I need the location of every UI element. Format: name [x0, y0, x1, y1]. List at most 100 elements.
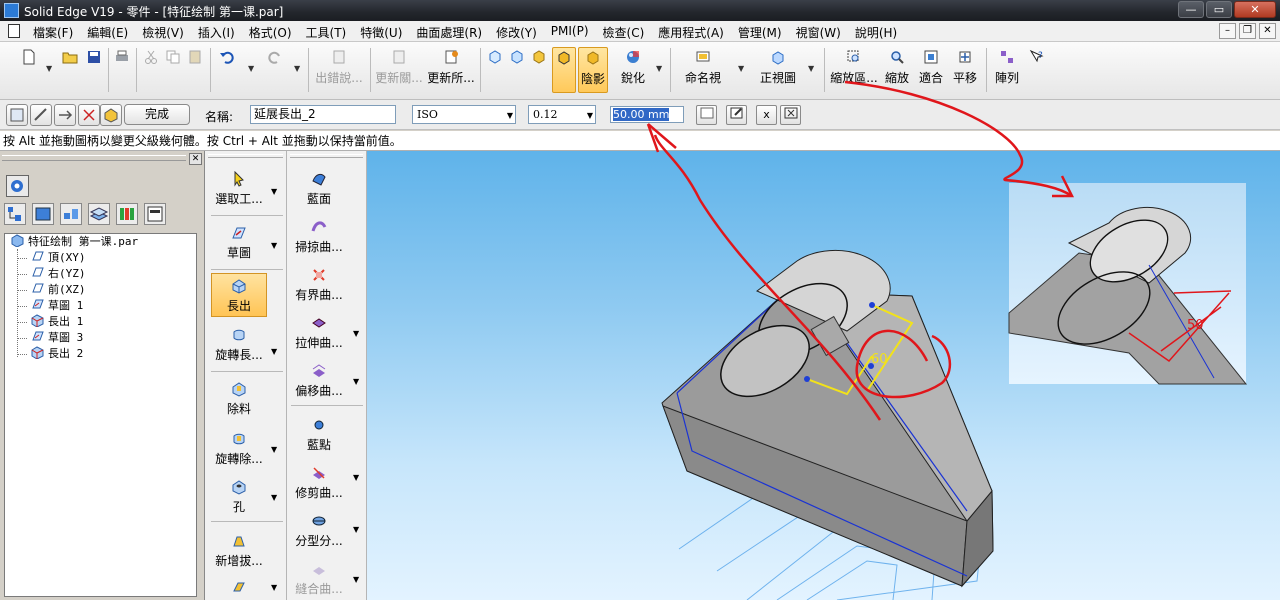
- shaded-edges-button[interactable]: [552, 47, 576, 93]
- close-command-button[interactable]: [780, 105, 801, 125]
- select-tool-button[interactable]: 選取工...: [211, 167, 267, 211]
- sharpen-dropdown-icon[interactable]: ▼: [656, 64, 662, 73]
- doc-close-button[interactable]: ✕: [1259, 23, 1276, 39]
- panel-close-button[interactable]: ✕: [189, 153, 202, 165]
- parting-split-button[interactable]: 分型分...: [291, 509, 347, 553]
- tree-item-front-plane[interactable]: 前(XZ): [31, 282, 86, 298]
- tab-feature-tree[interactable]: [4, 203, 26, 225]
- help-pointer-button[interactable]: ?: [1026, 47, 1048, 93]
- cut-button[interactable]: [142, 47, 160, 93]
- zoom-button[interactable]: 縮放: [882, 47, 912, 93]
- extruded-surface-button[interactable]: 拉伸曲...: [291, 311, 347, 355]
- menu-edit[interactable]: 編輯(E): [80, 24, 135, 41]
- doc-minimize-button[interactable]: –: [1219, 23, 1236, 39]
- menu-pmi[interactable]: PMI(P): [544, 24, 596, 41]
- revolve-cut-dropdown-icon[interactable]: ▼: [271, 445, 277, 454]
- copy-button[interactable]: [164, 47, 182, 93]
- sketch-dropdown-icon[interactable]: ▼: [271, 241, 277, 250]
- blue-dot-button[interactable]: 藍點: [291, 413, 347, 457]
- pan-button[interactable]: 平移: [950, 47, 980, 93]
- add-draft-button[interactable]: 新增拔...: [211, 529, 267, 573]
- new-button[interactable]: [18, 47, 40, 93]
- redo-button[interactable]: [264, 47, 286, 93]
- finish-button[interactable]: 完成: [124, 104, 190, 125]
- menu-manage[interactable]: 管理(M): [731, 24, 789, 41]
- menu-help[interactable]: 說明(H): [848, 24, 904, 41]
- distance-input[interactable]: 50.00 mm: [610, 106, 684, 123]
- pattern-button[interactable]: 陣列: [992, 47, 1022, 93]
- extruded-dropdown-icon[interactable]: ▼: [353, 329, 359, 338]
- menu-inspect[interactable]: 檢查(C): [596, 24, 652, 41]
- bounded-surface-button[interactable]: 有界曲...: [291, 263, 347, 307]
- step-side-button[interactable]: [30, 104, 52, 126]
- update-all-button[interactable]: 更新所...: [426, 47, 476, 93]
- tab-sensors[interactable]: [116, 203, 138, 225]
- dimension-value-main[interactable]: 60: [871, 352, 888, 367]
- hole-button[interactable]: 孔: [211, 475, 267, 519]
- step-preview-button[interactable]: [100, 104, 122, 126]
- tree-item-right-plane[interactable]: 右(YZ): [31, 266, 86, 282]
- doc-restore-button[interactable]: ❐: [1239, 23, 1256, 39]
- panel-grip[interactable]: [2, 155, 186, 161]
- cancel-button[interactable]: x: [756, 105, 777, 125]
- menu-surfacing[interactable]: 曲面處理(R): [409, 24, 489, 41]
- select-dropdown-icon[interactable]: ▼: [271, 187, 277, 196]
- undo-dropdown-icon[interactable]: ▼: [248, 64, 254, 73]
- trim-dropdown-icon[interactable]: ▼: [353, 473, 359, 482]
- menu-tools[interactable]: 工具(T): [299, 24, 354, 41]
- document-icon[interactable]: [8, 24, 20, 38]
- front-view-dropdown-icon[interactable]: ▼: [808, 64, 814, 73]
- revolve-cut-button[interactable]: 旋轉除...: [211, 427, 267, 471]
- hole-dropdown-icon[interactable]: ▼: [271, 493, 277, 502]
- protrude-button[interactable]: 長出: [211, 273, 267, 317]
- view-iso-1-button[interactable]: [486, 47, 504, 93]
- front-view-button[interactable]: 正視圖: [756, 47, 800, 93]
- tab-library[interactable]: [32, 203, 54, 225]
- tab-layers[interactable]: [88, 203, 110, 225]
- step-profile-button[interactable]: [6, 104, 28, 126]
- step-treatment-button[interactable]: [78, 104, 100, 126]
- redo-dropdown-icon[interactable]: ▼: [294, 64, 300, 73]
- menu-format[interactable]: 格式(O): [242, 24, 299, 41]
- menu-view[interactable]: 檢視(V): [135, 24, 191, 41]
- sketch-button[interactable]: 草圖: [211, 221, 267, 265]
- trim-surface-button[interactable]: 修剪曲...: [291, 461, 347, 505]
- menu-window[interactable]: 視窗(W): [789, 24, 848, 41]
- close-button[interactable]: ✕: [1234, 1, 1276, 18]
- menu-applications[interactable]: 應用程式(A): [651, 24, 731, 41]
- named-views-button[interactable]: 命名視: [680, 47, 726, 93]
- thin-wall-button[interactable]: [211, 575, 267, 600]
- standard-select[interactable]: ISO ▼: [412, 105, 516, 124]
- blue-surface-button[interactable]: 藍面: [291, 167, 347, 211]
- update-links-button[interactable]: 更新關...: [374, 47, 424, 93]
- thickness-select[interactable]: 0.12 ▼: [528, 105, 596, 124]
- restore-button[interactable]: ▭: [1206, 1, 1232, 18]
- menu-features[interactable]: 特徵(U): [353, 24, 409, 41]
- tree-item-sketch-3[interactable]: 草圖 3: [31, 330, 83, 346]
- named-views-dropdown-icon[interactable]: ▼: [738, 64, 744, 73]
- offset-surface-button[interactable]: 偏移曲...: [291, 359, 347, 403]
- new-dropdown-icon[interactable]: ▼: [46, 64, 52, 73]
- tree-item-protrusion-2[interactable]: 長出 2: [31, 346, 83, 362]
- save-button[interactable]: [84, 47, 104, 93]
- view-iso-3-button[interactable]: [530, 47, 548, 93]
- revolve-dropdown-icon[interactable]: ▼: [271, 347, 277, 356]
- menu-file[interactable]: 檔案(F): [26, 24, 80, 41]
- undo-button[interactable]: [216, 47, 238, 93]
- thin-wall-dropdown-icon[interactable]: ▼: [271, 583, 277, 592]
- shading-button[interactable]: 陰影: [578, 47, 608, 93]
- menu-insert[interactable]: 插入(I): [191, 24, 242, 41]
- part-model[interactable]: [661, 249, 994, 588]
- paste-button[interactable]: [186, 47, 204, 93]
- cutout-button[interactable]: 除料: [211, 377, 267, 421]
- tab-family[interactable]: [60, 203, 82, 225]
- print-button[interactable]: [112, 47, 132, 93]
- menu-modify[interactable]: 修改(Y): [489, 24, 544, 41]
- offset-dropdown-icon[interactable]: ▼: [353, 377, 359, 386]
- view-iso-2-button[interactable]: [508, 47, 526, 93]
- direction-button[interactable]: [696, 105, 717, 125]
- tree-item-protrusion-1[interactable]: 長出 1: [31, 314, 83, 330]
- step-extent-button[interactable]: [54, 104, 76, 126]
- stitch-dropdown-icon[interactable]: ▼: [353, 575, 359, 584]
- revolve-button[interactable]: 旋轉長...: [211, 323, 267, 367]
